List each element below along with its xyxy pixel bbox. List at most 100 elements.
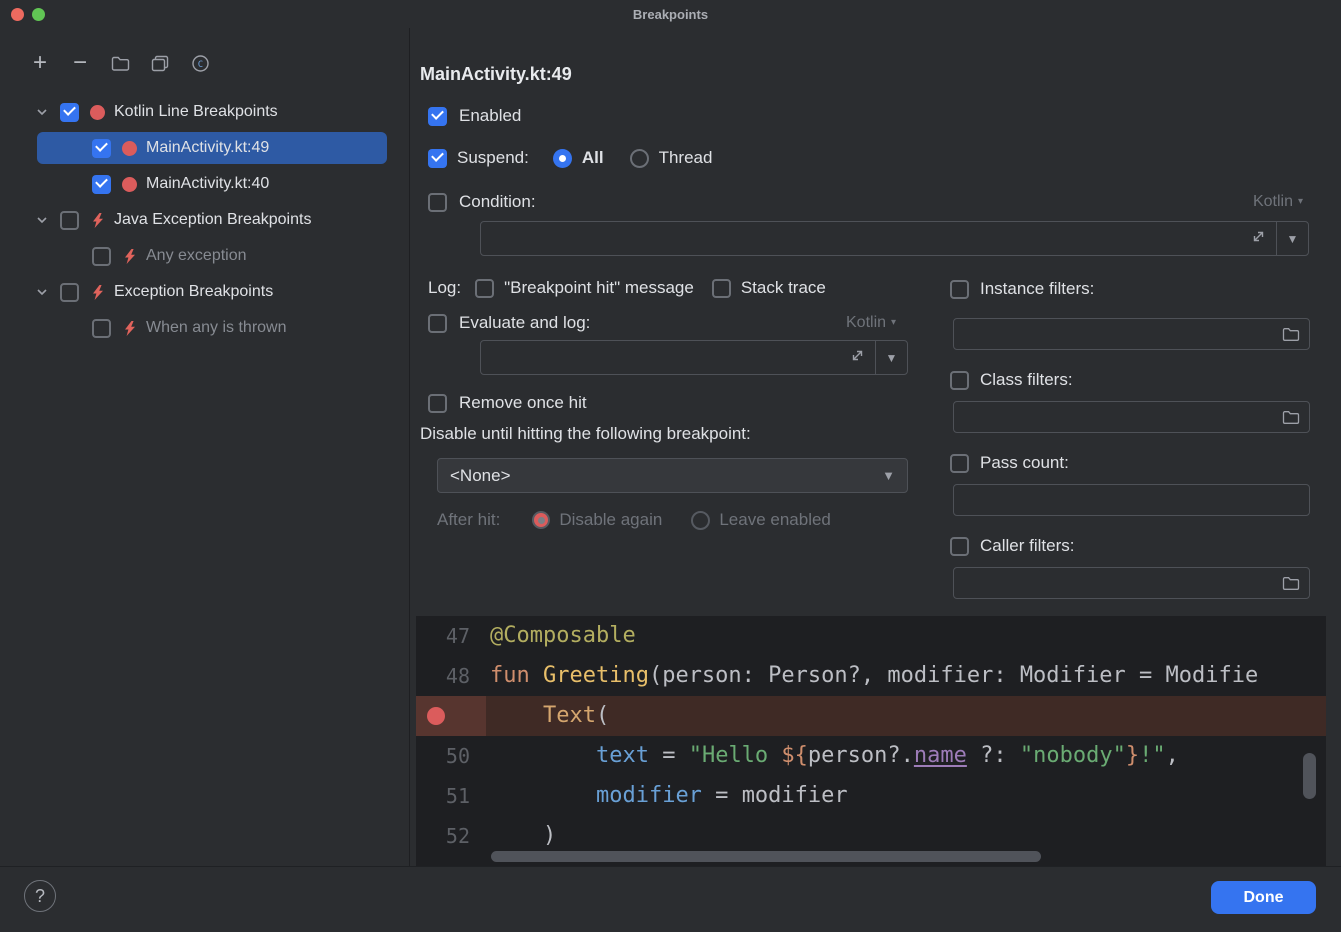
condition-checkbox[interactable]: [428, 193, 447, 212]
exception-breakpoint-icon: [122, 248, 137, 265]
instance-filters-checkbox[interactable]: [950, 280, 969, 299]
breakpoint-detail-panel: MainActivity.kt:49 Enabled Suspend: All …: [410, 28, 1341, 616]
tree-group-kotlin-line-breakpoints[interactable]: Kotlin Line Breakpoints: [0, 94, 409, 130]
code-line-breakpoint: Text(: [416, 696, 1326, 736]
evaluate-checkbox[interactable]: [428, 314, 447, 333]
condition-history-dropdown[interactable]: ▼: [1276, 222, 1308, 255]
code-token: ${: [781, 743, 808, 768]
tree-label: MainActivity.kt:49: [146, 139, 269, 157]
horizontal-scrollbar-thumb[interactable]: [491, 851, 1041, 862]
item-checkbox[interactable]: [92, 175, 111, 194]
breakpoint-gutter[interactable]: [416, 696, 486, 736]
line-number: 51: [416, 776, 486, 816]
code-token: [490, 743, 596, 768]
code-token: (person: Person?, modifier: Modifier = M…: [649, 663, 1258, 688]
item-checkbox[interactable]: [92, 139, 111, 158]
suspend-checkbox[interactable]: [428, 149, 447, 168]
chevron-down-icon[interactable]: [36, 106, 48, 118]
class-filters-input[interactable]: [953, 401, 1310, 433]
tree-group-java-exception-breakpoints[interactable]: Java Exception Breakpoints: [0, 202, 409, 238]
titlebar: Breakpoints: [0, 0, 1341, 28]
expand-editor-icon[interactable]: [850, 348, 865, 368]
done-button[interactable]: Done: [1211, 881, 1316, 914]
line-breakpoint-icon: [122, 177, 137, 192]
suspend-thread-radio[interactable]: [630, 149, 649, 168]
log-message-checkbox[interactable]: [475, 279, 494, 298]
evaluate-input[interactable]: ▼: [480, 340, 908, 375]
code-token: name: [914, 743, 967, 768]
tree-item-mainactivity-49[interactable]: MainActivity.kt:49: [0, 130, 409, 166]
disable-until-combobox[interactable]: <None> ▼: [437, 458, 908, 493]
evaluate-language-selector[interactable]: Kotlin ▾: [846, 314, 896, 332]
folder-icon[interactable]: [1282, 327, 1300, 342]
log-message-label: "Breakpoint hit" message: [504, 278, 694, 298]
condition-language-selector[interactable]: Kotlin ▾: [1253, 193, 1303, 211]
window-close-button[interactable]: [11, 8, 24, 21]
class-filters-checkbox[interactable]: [950, 371, 969, 390]
code-token: }: [1126, 743, 1139, 768]
instance-filters-input[interactable]: [953, 318, 1310, 350]
tree-group-exception-breakpoints[interactable]: Exception Breakpoints: [0, 274, 409, 310]
group-by-class-button[interactable]: C: [190, 53, 210, 73]
caller-filters-input[interactable]: [953, 567, 1310, 599]
code-token: [490, 703, 543, 728]
breakpoint-toolbar: + − C: [0, 28, 409, 78]
tree-item-any-exception[interactable]: Any exception: [0, 238, 409, 274]
add-breakpoint-button[interactable]: +: [30, 53, 50, 73]
code-text: Text(: [486, 696, 1326, 736]
tree-label: MainActivity.kt:40: [146, 175, 269, 193]
tree-item-when-any-is-thrown[interactable]: When any is thrown: [0, 310, 409, 346]
tree-item-mainactivity-40[interactable]: MainActivity.kt:40: [0, 166, 409, 202]
remove-breakpoint-button[interactable]: −: [70, 53, 90, 73]
language-label: Kotlin: [1253, 193, 1293, 211]
code-line: 48 fun Greeting(person: Person?, modifie…: [416, 656, 1326, 696]
chevron-down-icon[interactable]: [36, 214, 48, 226]
suspend-label: Suspend:: [457, 148, 529, 168]
line-number: 47: [416, 616, 486, 656]
code-token: "Hello: [689, 743, 782, 768]
disable-again-radio: [532, 511, 550, 529]
group-checkbox[interactable]: [60, 211, 79, 230]
code-token: "nobody": [1020, 743, 1126, 768]
item-checkbox[interactable]: [92, 319, 111, 338]
chevron-down-icon[interactable]: [36, 286, 48, 298]
item-checkbox[interactable]: [92, 247, 111, 266]
exception-breakpoint-icon: [122, 320, 137, 337]
breakpoint-tree: Kotlin Line Breakpoints MainActivity.kt:…: [0, 94, 409, 346]
exception-breakpoint-icon: [90, 284, 105, 301]
enabled-checkbox[interactable]: [428, 107, 447, 126]
chevron-down-icon: ▼: [1287, 232, 1299, 246]
stack-trace-label: Stack trace: [741, 278, 826, 298]
move-to-group-button[interactable]: [150, 53, 170, 73]
folder-icon[interactable]: [1282, 576, 1300, 591]
chevron-down-icon: ▾: [891, 318, 896, 328]
pass-count-input[interactable]: [953, 484, 1310, 516]
stack-trace-checkbox[interactable]: [712, 279, 731, 298]
tree-label: Any exception: [146, 247, 247, 265]
group-by-file-button[interactable]: [110, 53, 130, 73]
help-button[interactable]: ?: [24, 880, 56, 912]
exception-breakpoint-icon: [90, 212, 105, 229]
after-hit-label: After hit:: [437, 510, 500, 530]
code-line: 50 text = "Hello ${person?.name ?: "nobo…: [416, 736, 1326, 776]
condition-input[interactable]: ▼: [480, 221, 1309, 256]
remove-once-checkbox[interactable]: [428, 394, 447, 413]
suspend-all-radio[interactable]: [553, 149, 572, 168]
vertical-scrollbar-thumb[interactable]: [1303, 753, 1316, 799]
pass-count-checkbox[interactable]: [950, 454, 969, 473]
window-zoom-button[interactable]: [32, 8, 45, 21]
caller-filters-checkbox[interactable]: [950, 537, 969, 556]
evaluate-history-dropdown[interactable]: ▼: [875, 341, 907, 374]
window-title: Breakpoints: [633, 7, 708, 22]
code-text: text = "Hello ${person?.name ?: "nobody"…: [486, 736, 1326, 776]
folder-icon[interactable]: [1282, 410, 1300, 425]
chevron-down-icon: ▾: [1298, 197, 1303, 207]
code-token: (: [596, 703, 609, 728]
expand-editor-icon[interactable]: [1251, 229, 1266, 249]
code-line: 52 ): [416, 816, 1326, 856]
line-breakpoint-icon: [122, 141, 137, 156]
line-number: 48: [416, 656, 486, 696]
group-checkbox[interactable]: [60, 283, 79, 302]
group-checkbox[interactable]: [60, 103, 79, 122]
breakpoint-dot-icon[interactable]: [427, 707, 445, 725]
